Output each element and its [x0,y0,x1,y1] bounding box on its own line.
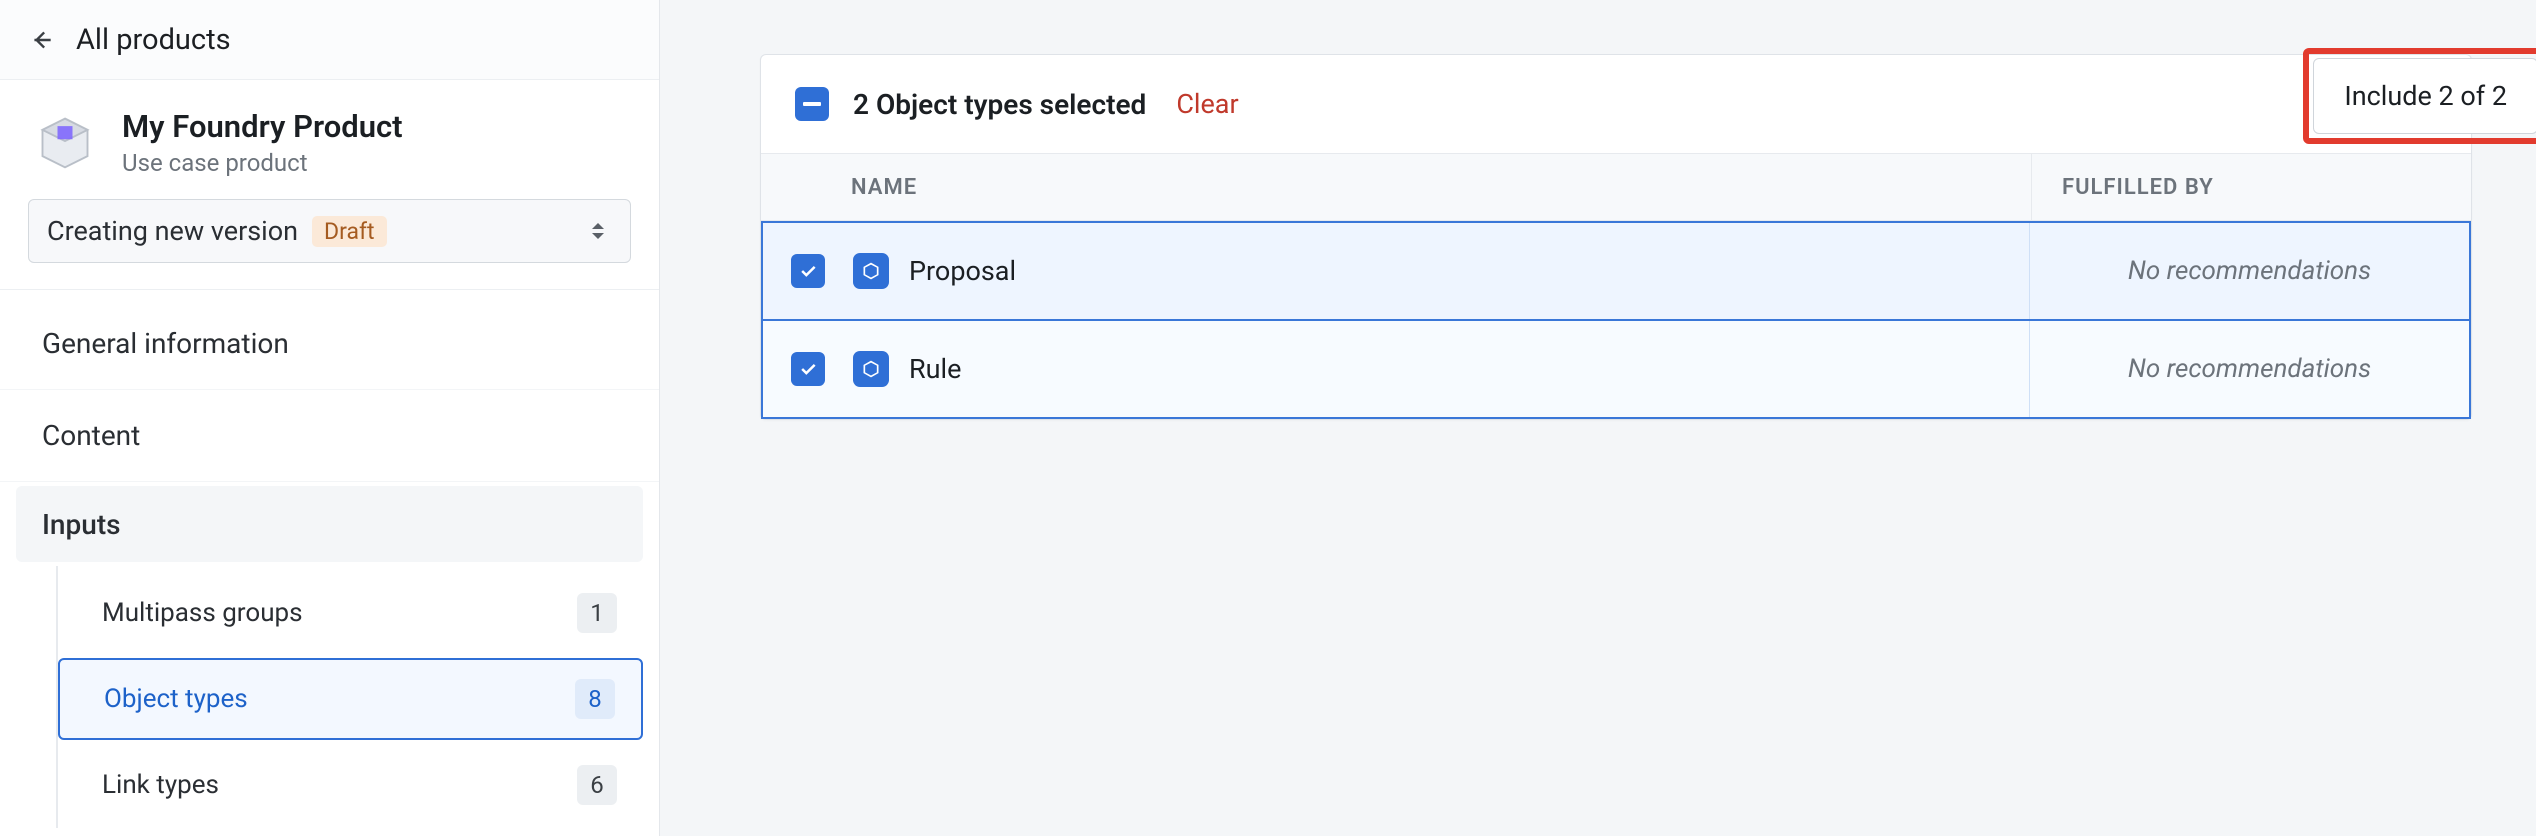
sidebar-sub-multipass[interactable]: Multipass groups 1 [58,572,643,654]
table-row[interactable]: Rule No recommendations [761,319,2471,419]
row-name: Proposal [909,255,1016,287]
sidebar-item-label: Inputs [42,508,121,541]
main-content: 2 Object types selected Clear NAME FULFI… [660,0,2536,836]
sidebar-sub-label: Multipass groups [102,598,303,628]
count-badge: 1 [577,593,617,633]
sidebar-nav: General information Content Inputs Multi… [0,290,659,836]
sidebar: All products My Foundry Product Use case… [0,0,660,836]
row-fulfilled: No recommendations [2029,321,2469,417]
include-label: Include 2 of 2 [2344,80,2507,112]
object-type-icon [853,351,889,387]
include-callout: Include 2 of 2 [2303,48,2536,144]
sidebar-sub-object-types[interactable]: Object types 8 [58,658,643,740]
row-name: Rule [909,353,961,385]
table-header: NAME FULFILLED BY [761,153,2471,221]
version-label: Creating new version [47,215,298,247]
back-label: All products [76,23,231,57]
product-icon [32,110,98,176]
clear-selection-button[interactable]: Clear [1176,88,1238,120]
version-badge: Draft [312,216,386,247]
row-fulfilled: No recommendations [2029,223,2469,319]
product-subtitle: Use case product [122,149,403,177]
include-button[interactable]: Include 2 of 2 [2313,58,2536,134]
selection-count-text: 2 Object types selected [853,88,1146,121]
sidebar-item-content[interactable]: Content [0,390,659,482]
sidebar-sub-link-types[interactable]: Link types 6 [58,744,643,826]
sidebar-subnav-inputs: Multipass groups 1 Object types 8 Link t… [56,566,659,828]
column-header-fulfilled: FULFILLED BY [2031,154,2471,220]
arrow-left-icon [28,26,56,54]
object-types-panel: 2 Object types selected Clear NAME FULFI… [760,54,2472,420]
table-row[interactable]: Proposal No recommendations [761,221,2471,321]
object-type-icon [853,253,889,289]
row-checkbox[interactable] [791,254,825,288]
row-checkbox[interactable] [791,352,825,386]
select-all-checkbox[interactable] [795,87,829,121]
product-header: My Foundry Product Use case product [0,80,659,199]
product-title: My Foundry Product [122,108,403,145]
count-badge: 8 [575,679,615,719]
count-badge: 6 [577,765,617,805]
chevron-sort-icon [590,217,612,245]
sidebar-item-label: Content [42,419,140,452]
selection-bar: 2 Object types selected Clear [761,55,2471,153]
sidebar-item-general[interactable]: General information [0,298,659,390]
sidebar-item-label: General information [42,327,289,360]
sidebar-item-inputs[interactable]: Inputs [16,486,643,562]
version-select[interactable]: Creating new version Draft [28,199,631,263]
sidebar-sub-label: Object types [104,684,248,714]
back-to-all-products[interactable]: All products [0,0,659,80]
column-header-name: NAME [851,175,2031,200]
sidebar-sub-label: Link types [102,770,219,800]
